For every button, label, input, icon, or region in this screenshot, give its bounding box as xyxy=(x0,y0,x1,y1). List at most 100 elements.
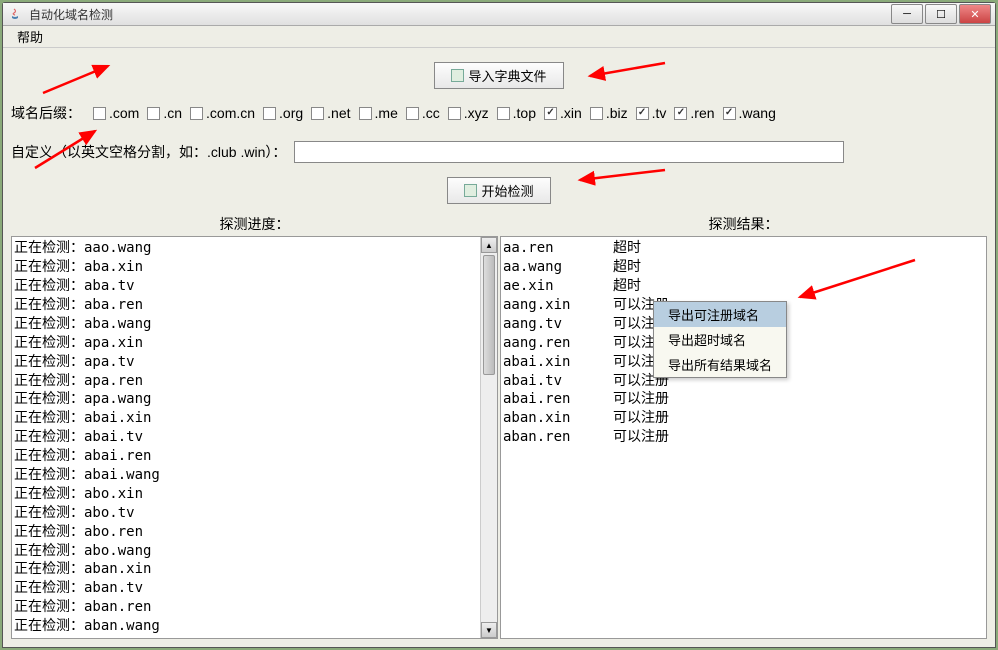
suffix-checkbox-com.cn[interactable]: .com.cn xyxy=(190,105,255,121)
results-header: 探测结果： xyxy=(500,212,987,236)
list-item[interactable]: 正在检测：aba.xin xyxy=(14,258,478,277)
checkbox-label: .xyz xyxy=(464,105,489,121)
checkbox-label: .top xyxy=(513,105,536,121)
list-item[interactable]: 正在检测：apa.ren xyxy=(14,372,478,391)
checkbox-label: .com xyxy=(109,105,139,121)
window-controls: ─ ☐ ✕ xyxy=(889,4,991,24)
titlebar: 自动化域名检测 ─ ☐ ✕ xyxy=(3,3,995,26)
list-item[interactable]: 正在检测：abai.tv xyxy=(14,428,478,447)
list-item[interactable]: 正在检测：aba.tv xyxy=(14,277,478,296)
maximize-button[interactable]: ☐ xyxy=(925,4,957,24)
custom-label: 自定义（以英文空格分割，如：.club .win）： xyxy=(11,142,286,162)
scroll-up-icon[interactable]: ▲ xyxy=(481,237,497,253)
progress-list[interactable]: 正在检测：aao.wang正在检测：aba.xin正在检测：aba.tv正在检测… xyxy=(12,237,480,638)
suffix-label: 域名后缀： xyxy=(11,103,81,123)
close-button[interactable]: ✕ xyxy=(959,4,991,24)
result-domain: aa.wang xyxy=(503,258,613,277)
results-panel: 探测结果： aa.ren超时aa.wang超时ae.xin超时aang.xin可… xyxy=(500,212,987,639)
suffix-checkbox-ren[interactable]: .ren xyxy=(674,105,714,121)
list-item[interactable]: 正在检测：abai.ren xyxy=(14,447,478,466)
suffix-row: 域名后缀： .com.cn.com.cn.org.net.me.cc.xyz.t… xyxy=(11,95,987,131)
suffix-checkbox-biz[interactable]: .biz xyxy=(590,105,628,121)
suffix-checkbox-net[interactable]: .net xyxy=(311,105,350,121)
start-row: 开始检测 xyxy=(11,173,987,212)
list-item[interactable]: aa.ren超时 xyxy=(503,239,984,258)
checkbox-icon[interactable] xyxy=(263,107,276,120)
checkbox-label: .cc xyxy=(422,105,440,121)
checkbox-icon[interactable] xyxy=(406,107,419,120)
checkbox-label: .ren xyxy=(690,105,714,121)
results-list[interactable]: aa.ren超时aa.wang超时ae.xin超时aang.xin可以注册aan… xyxy=(501,237,986,638)
checkbox-icon[interactable] xyxy=(311,107,324,120)
checkbox-label: .xin xyxy=(560,105,582,121)
custom-input[interactable] xyxy=(294,141,844,163)
list-item[interactable]: 正在检测：abai.wang xyxy=(14,466,478,485)
list-item[interactable]: 正在检测：abo.tv xyxy=(14,504,478,523)
suffix-checkbox-org[interactable]: .org xyxy=(263,105,303,121)
suffix-checkbox-top[interactable]: .top xyxy=(497,105,536,121)
panels: 探测进度： 正在检测：aao.wang正在检测：aba.xin正在检测：aba.… xyxy=(11,212,987,639)
list-item[interactable]: 正在检测：abo.xin xyxy=(14,485,478,504)
list-item[interactable]: 正在检测：aban.wang xyxy=(14,617,478,636)
list-item[interactable]: aban.xin可以注册 xyxy=(503,409,984,428)
context-menu-item[interactable]: 导出可注册域名 xyxy=(654,302,786,327)
scrollbar-thumb[interactable] xyxy=(483,255,495,375)
list-item[interactable]: ae.xin超时 xyxy=(503,277,984,296)
result-domain: aang.ren xyxy=(503,334,613,353)
suffix-checkbox-cn[interactable]: .cn xyxy=(147,105,182,121)
suffix-checkbox-cc[interactable]: .cc xyxy=(406,105,440,121)
checkbox-icon[interactable] xyxy=(723,107,736,120)
java-icon xyxy=(7,6,23,22)
list-item[interactable]: 正在检测：aao.wang xyxy=(14,239,478,258)
list-item[interactable]: 正在检测：apa.wang xyxy=(14,390,478,409)
suffix-checkbox-tv[interactable]: .tv xyxy=(636,105,667,121)
checkbox-label: .com.cn xyxy=(206,105,255,121)
suffix-checkbox-com[interactable]: .com xyxy=(93,105,139,121)
checkbox-label: .cn xyxy=(163,105,182,121)
context-menu-item[interactable]: 导出所有结果域名 xyxy=(654,352,786,377)
checkbox-label: .tv xyxy=(652,105,667,121)
import-dict-button[interactable]: 导入字典文件 xyxy=(434,62,563,89)
scroll-down-icon[interactable]: ▼ xyxy=(481,622,497,638)
list-item[interactable]: 正在检测：aban.xin xyxy=(14,560,478,579)
list-item[interactable]: 正在检测：abai.xin xyxy=(14,409,478,428)
list-item[interactable]: 正在检测：aba.wang xyxy=(14,315,478,334)
checkbox-icon[interactable] xyxy=(590,107,603,120)
result-domain: aban.xin xyxy=(503,409,613,428)
list-item[interactable]: 正在检测：apa.xin xyxy=(14,334,478,353)
list-item[interactable]: 正在检测：aba.ren xyxy=(14,296,478,315)
list-item[interactable]: 正在检测：apa.tv xyxy=(14,353,478,372)
progress-header: 探测进度： xyxy=(11,212,498,236)
list-item[interactable]: 正在检测：abo.wang xyxy=(14,542,478,561)
list-item[interactable]: aban.ren可以注册 xyxy=(503,428,984,447)
minimize-button[interactable]: ─ xyxy=(891,4,923,24)
list-item[interactable]: abai.ren可以注册 xyxy=(503,390,984,409)
result-domain: ae.xin xyxy=(503,277,613,296)
progress-panel: 探测进度： 正在检测：aao.wang正在检测：aba.xin正在检测：aba.… xyxy=(11,212,498,639)
progress-scrollbar[interactable]: ▲ ▼ xyxy=(480,237,497,638)
checkbox-icon[interactable] xyxy=(190,107,203,120)
result-status: 可以注册 xyxy=(613,428,669,447)
suffix-checkbox-xin[interactable]: .xin xyxy=(544,105,582,121)
suffix-checkbox-me[interactable]: .me xyxy=(359,105,398,121)
checkbox-icon[interactable] xyxy=(636,107,649,120)
list-item[interactable]: 正在检测：aban.tv xyxy=(14,579,478,598)
suffix-checkbox-wang[interactable]: .wang xyxy=(723,105,776,121)
checkbox-icon[interactable] xyxy=(674,107,687,120)
suffix-checkbox-xyz[interactable]: .xyz xyxy=(448,105,489,121)
list-item[interactable]: 正在检测：abo.ren xyxy=(14,523,478,542)
checkbox-icon[interactable] xyxy=(544,107,557,120)
checkbox-icon[interactable] xyxy=(448,107,461,120)
list-item[interactable]: 正在检测：aban.ren xyxy=(14,598,478,617)
list-item[interactable]: aa.wang超时 xyxy=(503,258,984,277)
checkbox-label: .wang xyxy=(739,105,776,121)
context-menu: 导出可注册域名导出超时域名导出所有结果域名 xyxy=(653,301,787,378)
checkbox-icon[interactable] xyxy=(497,107,510,120)
checkbox-icon[interactable] xyxy=(359,107,372,120)
result-domain: abai.xin xyxy=(503,353,613,372)
checkbox-icon[interactable] xyxy=(147,107,160,120)
start-detect-button[interactable]: 开始检测 xyxy=(447,177,550,204)
context-menu-item[interactable]: 导出超时域名 xyxy=(654,327,786,352)
menu-help[interactable]: 帮助 xyxy=(9,25,51,48)
checkbox-icon[interactable] xyxy=(93,107,106,120)
